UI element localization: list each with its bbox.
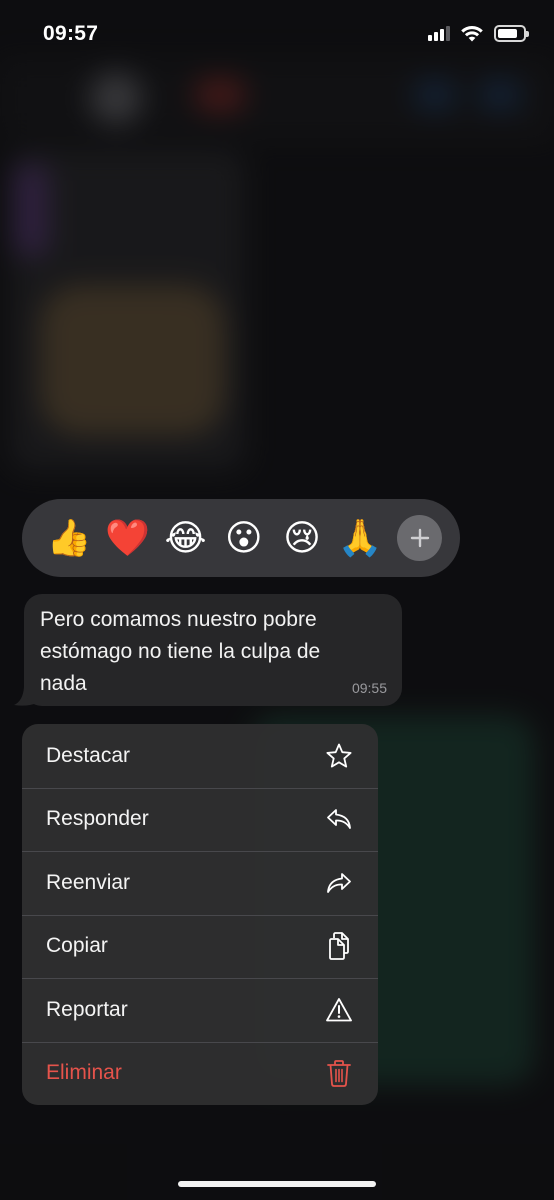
reaction-surprised[interactable]: 😮: [215, 508, 273, 568]
message-text: Pero comamos nuestro pobre estómago no t…: [40, 608, 321, 695]
menu-item-destacar[interactable]: Destacar: [22, 724, 378, 788]
reaction-folded-hands[interactable]: 🙏: [331, 508, 389, 568]
warning-icon: [324, 995, 354, 1025]
status-bar: 09:57: [0, 0, 554, 60]
menu-item-label: Reenviar: [46, 870, 131, 894]
copy-icon: [324, 931, 354, 961]
wifi-icon: [461, 26, 483, 42]
signal-icon: [428, 25, 450, 41]
plus-icon: [410, 528, 429, 548]
status-icons: [428, 24, 529, 42]
star-icon: [324, 741, 354, 771]
menu-item-eliminar[interactable]: Eliminar: [22, 1041, 378, 1106]
message-bubble: Pero comamos nuestro pobre estómago no t…: [24, 594, 402, 706]
menu-item-reportar[interactable]: Reportar: [22, 978, 378, 1042]
status-time: 09:57: [43, 22, 99, 45]
home-indicator[interactable]: [178, 1181, 376, 1187]
menu-item-label: Reportar: [46, 997, 128, 1021]
trash-icon: [324, 1058, 354, 1088]
screen: 09:57 👍 ❤️ 😂 😮 😢 🙏 Pero comamos nuestro …: [0, 0, 554, 1200]
battery-icon: [494, 24, 529, 42]
reply-icon: [324, 804, 354, 834]
menu-item-label: Responder: [46, 807, 149, 831]
menu-item-responder[interactable]: Responder: [22, 787, 378, 852]
more-reactions-button[interactable]: [397, 515, 443, 561]
forward-icon: [324, 868, 354, 898]
menu-item-label: Destacar: [46, 743, 131, 767]
reaction-thumbs-up[interactable]: 👍: [40, 508, 98, 568]
reaction-tears-of-joy[interactable]: 😂: [156, 508, 214, 568]
menu-item-label: Eliminar: [46, 1061, 122, 1085]
reaction-red-heart[interactable]: ❤️: [98, 508, 156, 568]
context-menu: Destacar Responder Reenviar Copiar Repor…: [22, 724, 378, 1105]
reaction-bar: 👍 ❤️ 😂 😮 😢 🙏: [22, 499, 460, 577]
reaction-crying[interactable]: 😢: [273, 508, 331, 568]
menu-item-label: Copiar: [46, 934, 108, 958]
menu-item-copiar[interactable]: Copiar: [22, 914, 378, 979]
message-time: 09:55: [351, 680, 387, 696]
menu-item-reenviar[interactable]: Reenviar: [22, 851, 378, 915]
